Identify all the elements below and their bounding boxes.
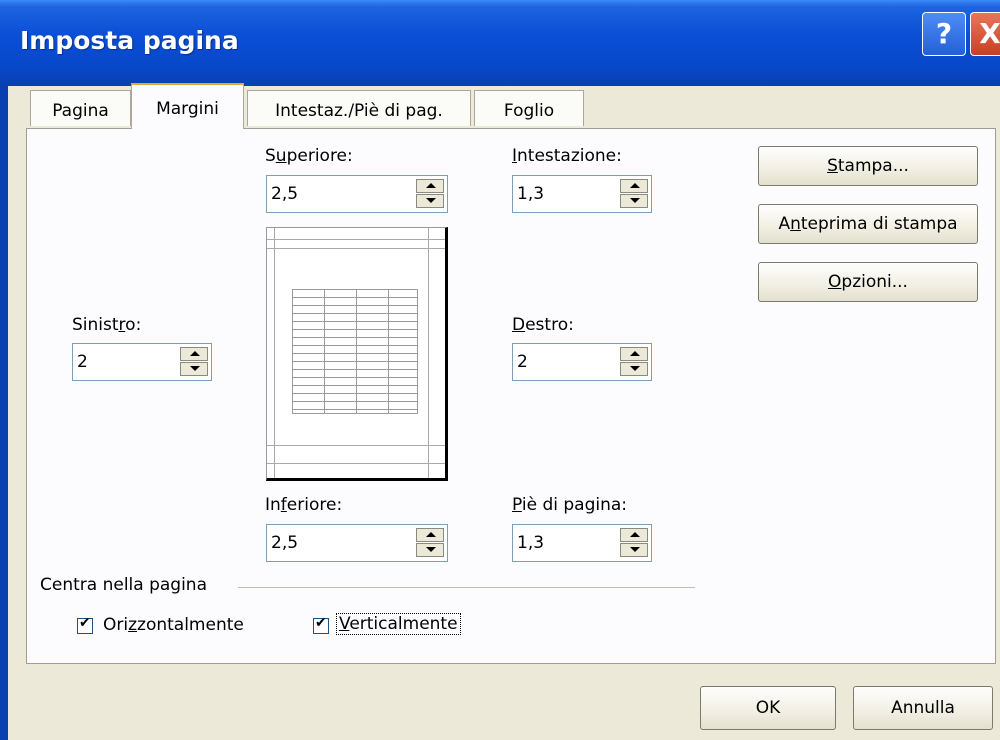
stampa-button[interactable]: Stampa...	[758, 146, 978, 186]
sinistro-label: Sinistro:	[72, 315, 142, 335]
help-button[interactable]: ?	[922, 12, 966, 56]
destro-up-button[interactable]	[620, 347, 648, 361]
intestazione-value[interactable]: 1,3	[517, 184, 544, 204]
inferiore-down-button[interactable]	[416, 543, 444, 557]
sinistro-spinbox[interactable]: 2	[72, 343, 212, 381]
preview-bottom-margin-line	[267, 445, 445, 446]
preview-header-line	[267, 239, 445, 240]
inferiore-spinbox[interactable]: 2,5	[266, 524, 448, 562]
preview-table-grid	[292, 289, 418, 414]
intestazione-label: Intestazione:	[512, 146, 622, 166]
tab-foglio[interactable]: Foglio	[474, 90, 584, 126]
pie-di-pagina-up-button[interactable]	[620, 528, 648, 542]
superiore-spinbox[interactable]: 2,5	[266, 175, 448, 213]
superiore-label: Superiore:	[265, 146, 353, 166]
pie-di-pagina-label: Piè di pagina:	[512, 495, 628, 515]
close-button[interactable]: X	[970, 12, 1000, 56]
tab-label: Pagina	[52, 101, 109, 121]
preview-footer-line	[267, 463, 445, 464]
superiore-value[interactable]: 2,5	[271, 184, 298, 204]
orizzontalmente-label[interactable]: Orizzontalmente	[103, 615, 244, 635]
intestazione-down-button[interactable]	[620, 194, 648, 208]
page-preview	[266, 227, 448, 481]
ok-button[interactable]: OK	[700, 686, 836, 730]
destro-spinbox[interactable]: 2	[512, 343, 652, 381]
anteprima-button[interactable]: Anteprima di stampa	[758, 204, 978, 244]
tab-label: Margini	[156, 99, 219, 119]
tab-label: Intestaz./Piè di pag.	[275, 101, 443, 121]
destro-value[interactable]: 2	[517, 352, 528, 372]
preview-right-margin-line	[428, 228, 429, 478]
sinistro-down-button[interactable]	[180, 362, 208, 376]
centra-group-line	[238, 587, 695, 588]
verticalmente-label[interactable]: Verticalmente	[336, 613, 461, 635]
inferiore-up-button[interactable]	[416, 528, 444, 542]
pie-di-pagina-value[interactable]: 1,3	[517, 533, 544, 553]
verticalmente-checkbox[interactable]	[313, 615, 329, 634]
inferiore-value[interactable]: 2,5	[271, 533, 298, 553]
window-title: Imposta pagina	[20, 26, 239, 55]
destro-down-button[interactable]	[620, 362, 648, 376]
pie-di-pagina-spinbox[interactable]: 1,3	[512, 524, 652, 562]
tab-margini[interactable]: Margini	[131, 83, 244, 129]
sinistro-value[interactable]: 2	[77, 352, 88, 372]
superiore-down-button[interactable]	[416, 194, 444, 208]
tab-pagina[interactable]: Pagina	[30, 90, 131, 126]
destro-label: Destro:	[512, 315, 574, 335]
pie-di-pagina-down-button[interactable]	[620, 543, 648, 557]
intestazione-spinbox[interactable]: 1,3	[512, 175, 652, 213]
superiore-up-button[interactable]	[416, 179, 444, 193]
window-frame-left	[0, 86, 8, 740]
preview-top-margin-line	[267, 248, 445, 249]
centra-group-label: Centra nella pagina	[40, 575, 207, 595]
annulla-button[interactable]: Annulla	[853, 686, 993, 730]
tab-intestaz[interactable]: Intestaz./Piè di pag.	[247, 90, 471, 126]
orizzontalmente-checkbox[interactable]	[77, 615, 93, 634]
sinistro-up-button[interactable]	[180, 347, 208, 361]
inferiore-label: Inferiore:	[265, 495, 343, 515]
intestazione-up-button[interactable]	[620, 179, 648, 193]
preview-left-margin-line	[274, 228, 275, 478]
tab-label: Foglio	[503, 101, 555, 121]
opzioni-button[interactable]: Opzioni...	[758, 262, 978, 302]
